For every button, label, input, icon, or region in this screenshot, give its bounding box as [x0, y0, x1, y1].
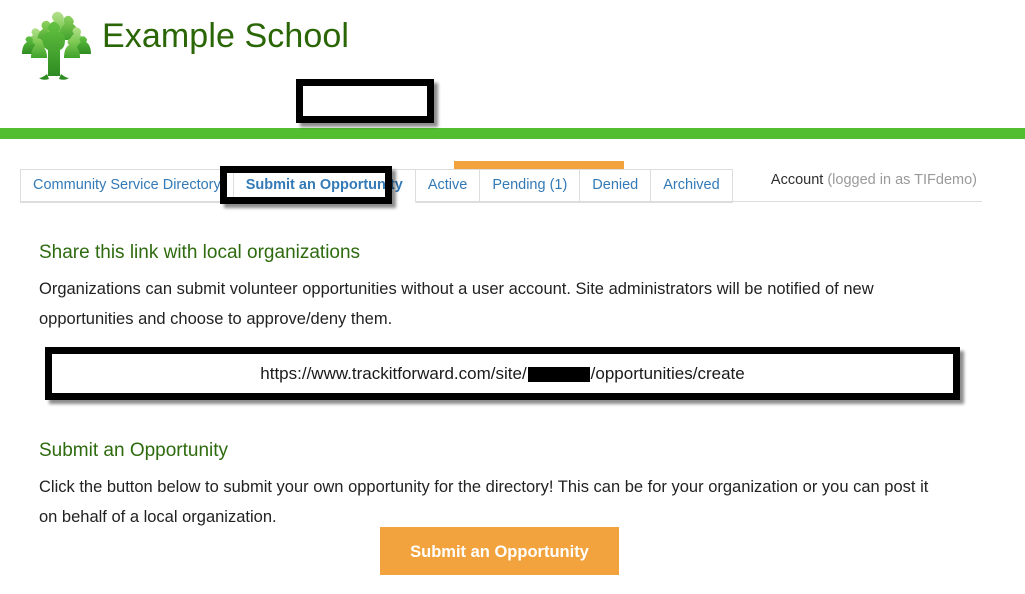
share-link-url-box[interactable]: https://www.trackitforward.com/site/ /opp…: [45, 347, 960, 400]
tab-pending[interactable]: Pending (1): [479, 169, 580, 203]
tree-of-people-logo-icon: [14, 4, 96, 82]
share-link-url-text: https://www.trackitforward.com/site/ /opp…: [260, 364, 744, 384]
submit-an-opportunity-button[interactable]: Submit an Opportunity: [380, 527, 619, 575]
brand-green-divider: [0, 128, 1025, 139]
tab-denied[interactable]: Denied: [579, 169, 651, 203]
page-title: Example School: [102, 17, 349, 56]
tab-community-service-directory[interactable]: Community Service Directory: [20, 169, 234, 203]
tab-bottom-border: [20, 201, 982, 202]
tab-submit-an-opportunity[interactable]: Submit an Opportunity: [233, 169, 416, 203]
tab-strip: Community Service Directory Submit an Op…: [20, 169, 732, 203]
url-prefix: https://www.trackitforward.com/site/: [260, 364, 526, 384]
submit-opportunity-paragraph: Click the button below to submit your ow…: [39, 472, 944, 532]
redacted-site-id: [528, 367, 590, 382]
submit-opportunity-heading: Submit an Opportunity: [39, 440, 228, 462]
site-header: Example School Log Hours Charts Events S…: [0, 0, 1025, 128]
directory-tab-bar: Community Service Directory Submit an Op…: [0, 160, 1025, 202]
tab-active[interactable]: Active: [415, 169, 481, 203]
main-navigation: Log Hours Charts Events Service Director…: [0, 80, 1025, 128]
share-link-paragraph: Organizations can submit volunteer oppor…: [39, 274, 944, 334]
share-link-heading: Share this link with local organizations: [39, 242, 360, 264]
url-suffix: /opportunities/create: [591, 364, 745, 384]
tab-archived[interactable]: Archived: [650, 169, 732, 203]
